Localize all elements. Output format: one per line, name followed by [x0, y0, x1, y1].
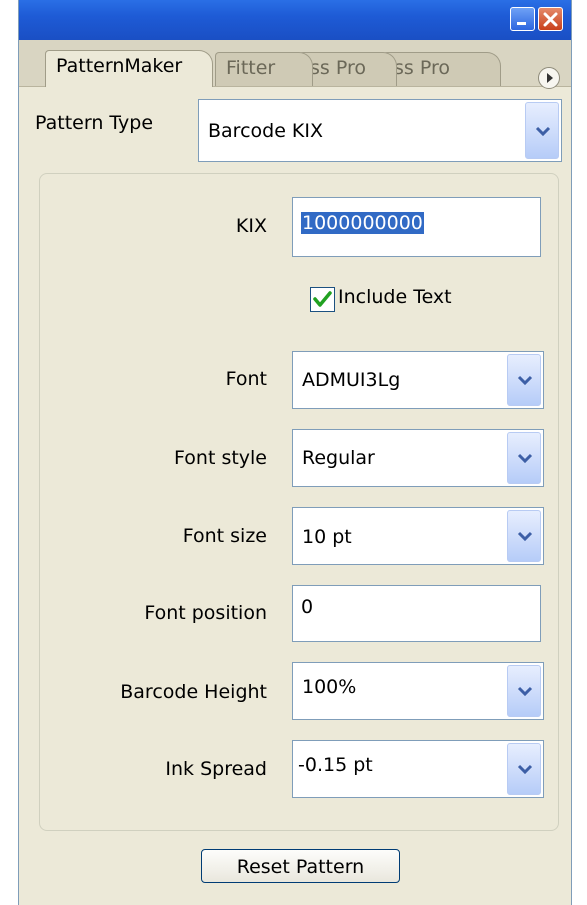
pattern-type-value: Barcode KIX — [208, 119, 324, 142]
flyout-menu-button[interactable] — [538, 67, 560, 89]
ink-spread-label: Ink Spread — [165, 758, 267, 780]
ink-spread-dropdown-button[interactable] — [507, 743, 541, 795]
barcode-height-dropdown-button[interactable] — [507, 665, 541, 717]
font-label: Font — [225, 368, 267, 390]
barcode-height-label: Barcode Height — [120, 681, 267, 703]
chevron-down-icon — [535, 126, 551, 136]
font-value: ADMUI3Lg — [302, 369, 401, 391]
kix-value: 1000000000 — [301, 212, 424, 234]
font-style-value: Regular — [302, 447, 375, 469]
palette-window: PatternMaker Fitter ss Pro ss Pro Patter… — [18, 0, 572, 905]
flyout-menu-icon — [547, 73, 553, 83]
tab-pro-2[interactable]: ss Pro — [383, 52, 501, 86]
font-select[interactable]: ADMUI3Lg — [292, 351, 544, 409]
chevron-down-icon — [517, 453, 533, 463]
ink-spread-select[interactable]: -0.15 pt — [292, 740, 544, 798]
font-dropdown-button[interactable] — [507, 354, 541, 406]
font-position-input[interactable]: 0 — [292, 585, 541, 642]
font-style-dropdown-button[interactable] — [507, 432, 541, 484]
chevron-down-icon — [517, 686, 533, 696]
checkmark-icon — [313, 291, 332, 307]
kix-input[interactable]: 1000000000 — [292, 197, 541, 257]
ink-spread-value: -0.15 pt — [298, 754, 373, 776]
chevron-down-icon — [517, 375, 533, 385]
pattern-settings-group — [39, 173, 559, 831]
include-text-checkbox[interactable] — [310, 287, 335, 312]
include-text-label[interactable]: Include Text — [338, 286, 452, 308]
close-icon — [543, 12, 558, 27]
font-size-label: Font size — [182, 525, 267, 547]
tab-fitter[interactable]: Fitter — [215, 52, 313, 86]
minimize-button[interactable] — [510, 7, 535, 31]
font-size-value: 10 pt — [302, 526, 352, 548]
chevron-down-icon — [517, 531, 533, 541]
tab-patternmaker[interactable]: PatternMaker — [45, 50, 213, 87]
tab-pro-1[interactable]: ss Pro — [299, 52, 397, 86]
font-style-select[interactable]: Regular — [292, 429, 544, 487]
pattern-type-select[interactable]: Barcode KIX — [198, 99, 562, 162]
font-size-select[interactable]: 10 pt — [292, 507, 544, 565]
reset-pattern-button[interactable]: Reset Pattern — [201, 849, 400, 883]
barcode-height-value: 100% — [302, 676, 357, 698]
title-bar — [19, 0, 571, 40]
tab-strip: PatternMaker Fitter ss Pro ss Pro — [19, 40, 571, 87]
close-button[interactable] — [538, 7, 563, 31]
barcode-height-select[interactable]: 100% — [292, 662, 544, 720]
kix-label: KIX — [235, 215, 267, 237]
chevron-down-icon — [517, 764, 533, 774]
pattern-type-dropdown-button[interactable] — [525, 102, 559, 159]
font-position-value: 0 — [301, 596, 314, 618]
font-style-label: Font style — [174, 447, 267, 469]
font-size-dropdown-button[interactable] — [507, 510, 541, 562]
pattern-type-label: Pattern Type — [35, 112, 154, 134]
font-position-label: Font position — [144, 602, 267, 624]
